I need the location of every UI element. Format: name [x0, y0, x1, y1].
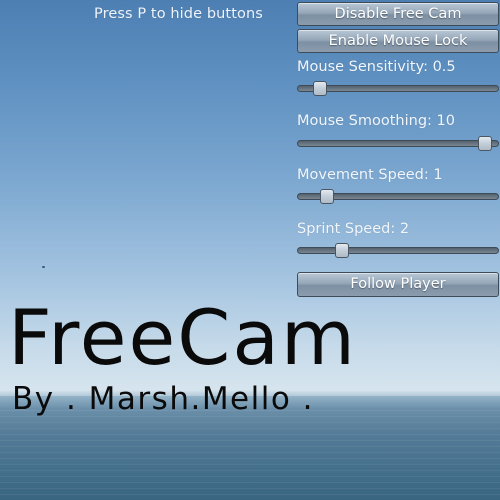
distant-bird [42, 266, 45, 268]
freecam-title: FreeCam [8, 293, 357, 382]
movement-speed-label: Movement Speed: 1 [297, 167, 443, 183]
mouse-smoothing-thumb[interactable] [478, 136, 493, 151]
mouse-smoothing-label: Mouse Smoothing: 10 [297, 113, 455, 129]
movement-speed-slider[interactable] [297, 189, 499, 204]
author-byline: By . Marsh.Mello . [12, 381, 315, 417]
mouse-sensitivity-thumb[interactable] [312, 81, 327, 96]
mouse-sensitivity-slider[interactable] [297, 81, 499, 96]
sprint-speed-thumb[interactable] [335, 243, 350, 258]
sea-ripples [0, 410, 500, 500]
enable-mouse-lock-button[interactable]: Enable Mouse Lock [297, 29, 499, 53]
sprint-speed-slider[interactable] [297, 243, 499, 258]
mouse-smoothing-slider[interactable] [297, 136, 499, 151]
movement-speed-thumb[interactable] [320, 189, 335, 204]
disable-free-cam-button[interactable]: Disable Free Cam [297, 2, 499, 26]
sprint-speed-label: Sprint Speed: 2 [297, 221, 410, 237]
hide-buttons-hint: Press P to hide buttons [94, 6, 263, 22]
mouse-sensitivity-label: Mouse Sensitivity: 0.5 [297, 59, 456, 75]
